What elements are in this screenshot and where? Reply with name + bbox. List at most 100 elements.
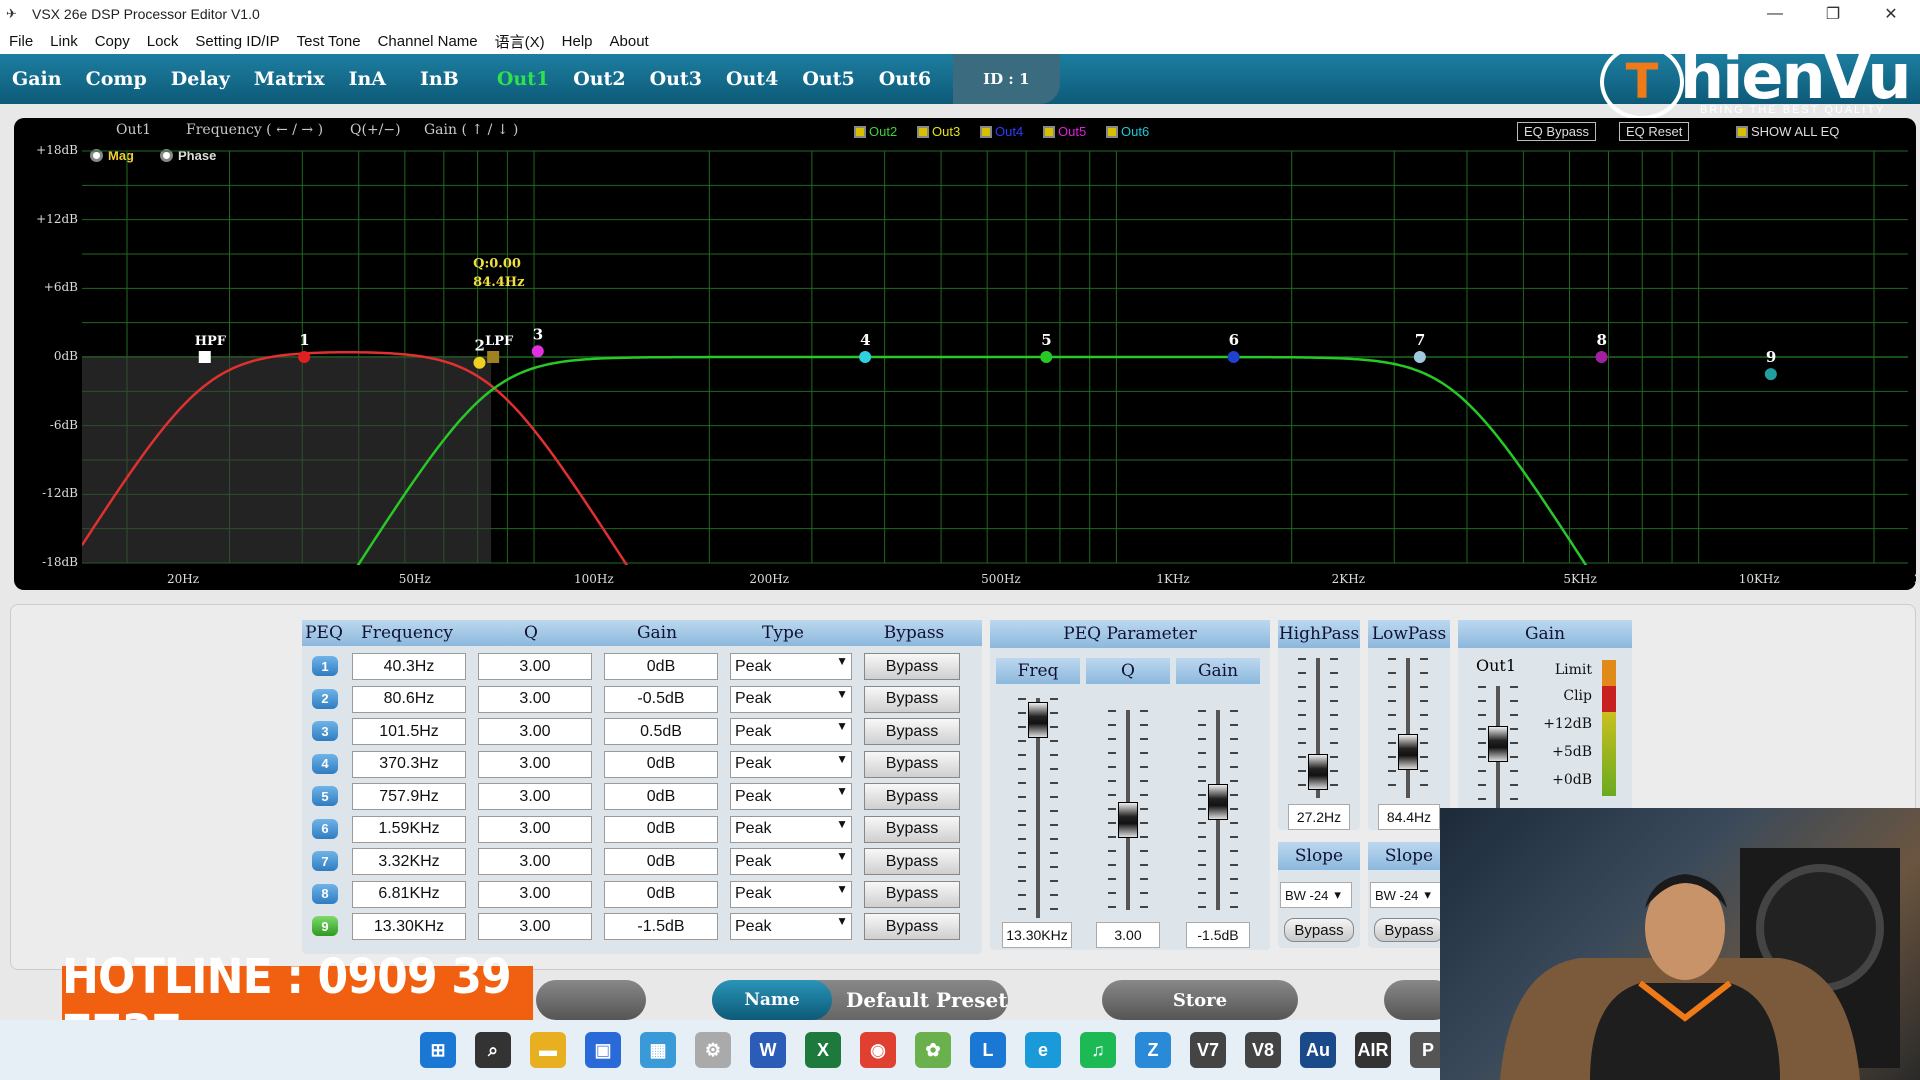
peq-frequency-field[interactable]: 1.59KHz [352,815,466,843]
peq-frequency-field[interactable]: 757.9Hz [352,783,466,810]
menu-file[interactable]: File [9,33,33,50]
peq-q-field[interactable]: 3.00 [478,783,592,810]
tab-out1[interactable]: Out1 [485,54,561,104]
peq-gain-field[interactable]: 0dB [604,653,718,680]
peq-bypass-button[interactable]: Bypass [864,913,960,940]
peq-bypass-button[interactable]: Bypass [864,653,960,680]
load-button[interactable] [536,980,646,1020]
peq-bypass-button[interactable]: Bypass [864,880,960,908]
peq-gain-field[interactable]: 0dB [604,848,718,875]
peq-type-select[interactable]: Peak ▼ [730,653,852,680]
tab-out6[interactable]: Out6 [867,54,943,104]
edge-icon[interactable]: e [1025,1032,1061,1068]
menu-copy[interactable]: Copy [95,33,130,50]
eq-response-graph[interactable]: HPF LPF Q:0.00 84.4Hz 1 2 3 4 5 6 7 8 9 [82,145,1908,565]
peq-bypass-button[interactable]: Bypass [864,815,960,843]
menu-channel-name[interactable]: Channel Name [378,33,478,50]
legend-out5[interactable]: Out5 [1043,124,1086,139]
peq-q-field[interactable]: 3.00 [478,750,592,778]
menu-setting-id-ip[interactable]: Setting ID/IP [195,33,279,50]
peq-type-select[interactable]: Peak ▼ [730,815,852,843]
slider-knob[interactable] [1208,784,1228,820]
settings-icon[interactable]: ⚙ [695,1032,731,1068]
peq-q-field[interactable]: 3.00 [478,815,592,843]
peq-type-select[interactable]: Peak ▼ [730,685,852,713]
menu-link[interactable]: Link [50,33,78,50]
word-icon[interactable]: W [750,1032,786,1068]
slider-knob[interactable] [1028,702,1048,738]
peq-q-field[interactable]: 3.00 [478,880,592,908]
peq-type-select[interactable]: Peak ▼ [730,750,852,778]
slider-knob[interactable] [1398,734,1418,770]
air-icon[interactable]: AIR [1355,1032,1391,1068]
store-icon[interactable]: ▣ [585,1032,621,1068]
peq-bypass-button[interactable]: Bypass [864,783,960,810]
tab-matrix[interactable]: Matrix [242,54,337,104]
menu-help[interactable]: Help [562,33,593,50]
freq-value[interactable]: 13.30KHz [1002,922,1072,948]
peq-frequency-field[interactable]: 80.6Hz [352,685,466,713]
lowpass-slider[interactable] [1388,658,1428,798]
peq-frequency-field[interactable]: 40.3Hz [352,653,466,680]
slider-knob[interactable] [1118,802,1138,838]
menu-lock[interactable]: Lock [147,33,179,50]
menu-language[interactable]: 语言(X) [495,31,545,52]
tab-out3[interactable]: Out3 [638,54,714,104]
highpass-bypass-button[interactable]: Bypass [1284,918,1354,942]
eq-bypass-button[interactable]: EQ Bypass [1517,122,1597,141]
peq-band-number[interactable]: 2 [312,688,338,709]
highpass-slider[interactable] [1298,658,1338,798]
zalo-icon[interactable]: Z [1135,1032,1171,1068]
peq-gain-field[interactable]: 0dB [604,880,718,908]
peq-bypass-button[interactable]: Bypass [864,718,960,745]
tab-out4[interactable]: Out4 [714,54,790,104]
menu-about[interactable]: About [610,33,649,50]
freq-slider[interactable] [1018,698,1058,918]
menu-test-tone[interactable]: Test Tone [297,33,361,50]
tab-out5[interactable]: Out5 [790,54,866,104]
tab-out2[interactable]: Out2 [561,54,637,104]
highpass-slope-select[interactable]: BW -24 ▾ [1280,882,1352,908]
tab-comp[interactable]: Comp [74,54,159,104]
legend-out2[interactable]: Out2 [854,124,897,139]
peq-frequency-field[interactable]: 370.3Hz [352,750,466,778]
windows-start-icon[interactable]: ⊞ [420,1032,456,1068]
highpass-value[interactable]: 27.2Hz [1288,804,1350,830]
peq-band-number[interactable]: 7 [312,851,338,871]
peq-type-select[interactable]: Peak ▼ [730,880,852,908]
peq-type-select[interactable]: Peak ▼ [730,913,852,940]
audition-icon[interactable]: Au [1300,1032,1336,1068]
peq-type-select[interactable]: Peak ▼ [730,783,852,810]
peq-type-select[interactable]: Peak ▼ [730,718,852,745]
gain-fader[interactable] [1478,686,1518,810]
lowpass-value[interactable]: 84.4Hz [1378,804,1440,830]
preset-name-value[interactable]: Default Preset [846,988,1008,1012]
chrome-icon[interactable]: ◉ [860,1032,896,1068]
peq-q-field[interactable]: 3.00 [478,718,592,745]
gain-slider[interactable] [1198,710,1238,910]
file-explorer-icon[interactable]: ▬ [530,1032,566,1068]
peq-gain-field[interactable]: 0dB [604,815,718,843]
lowpass-bypass-button[interactable]: Bypass [1374,918,1444,942]
peq-band-number[interactable]: 9 [312,916,338,936]
peq-frequency-field[interactable]: 6.81KHz [352,880,466,908]
legend-out4[interactable]: Out4 [980,124,1023,139]
excel-icon[interactable]: X [805,1032,841,1068]
peq-q-field[interactable]: 3.00 [478,685,592,713]
peq-gain-field[interactable]: -0.5dB [604,685,718,713]
peq-bypass-button[interactable]: Bypass [864,685,960,713]
q-value[interactable]: 3.00 [1096,922,1160,948]
slider-knob[interactable] [1488,726,1508,762]
legend-out3[interactable]: Out3 [917,124,960,139]
peq-band-number[interactable]: 3 [312,721,338,741]
store-button[interactable]: Store [1102,980,1298,1020]
gain-value[interactable]: -1.5dB [1186,922,1250,948]
peq-frequency-field[interactable]: 13.30KHz [352,913,466,940]
peq-band-number[interactable]: 8 [312,883,338,904]
peq-q-field[interactable]: 3.00 [478,653,592,680]
search-icon[interactable]: ⌕ [475,1032,511,1068]
peq-bypass-button[interactable]: Bypass [864,750,960,778]
spotify-icon[interactable]: ♫ [1080,1032,1116,1068]
close-button[interactable]: ✕ [1862,0,1920,28]
tab-gain[interactable]: Gain [0,54,74,104]
